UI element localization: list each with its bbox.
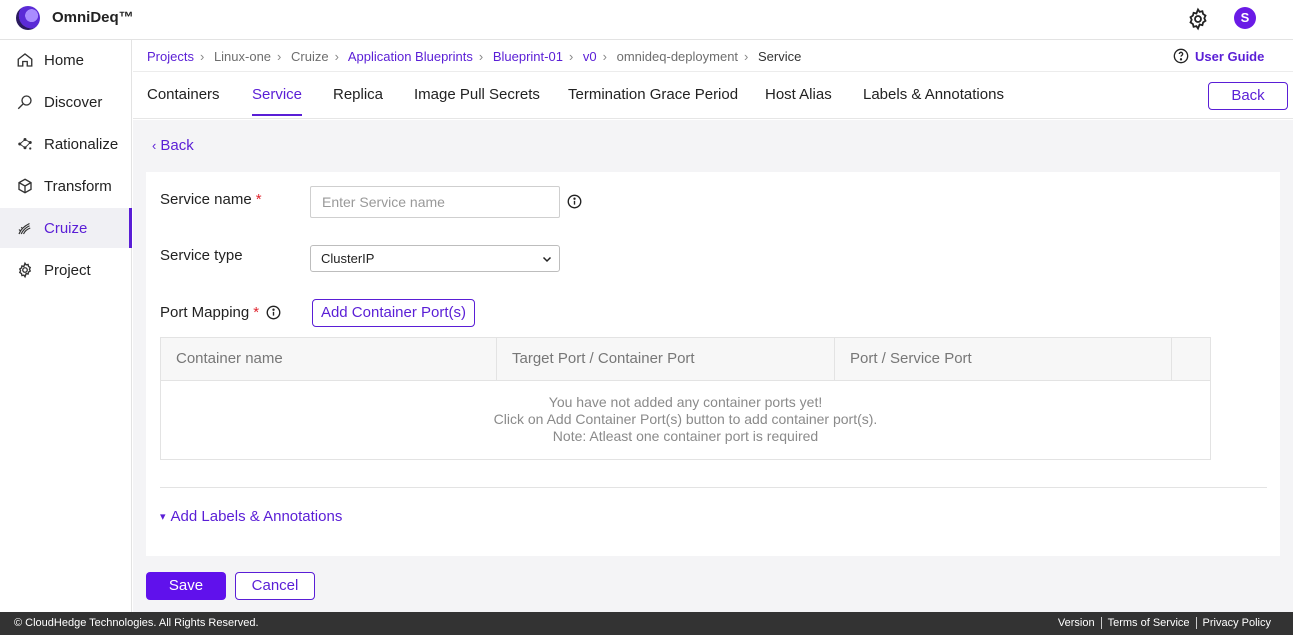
sidebar-item-label: Cruize (44, 219, 88, 237)
back-link[interactable]: ‹ Back (152, 137, 194, 154)
sidebar-item-label: Rationalize (44, 135, 119, 153)
section-divider (160, 487, 1267, 488)
tab-replica[interactable]: Replica (333, 86, 383, 114)
service-type-value: ClusterIP (321, 251, 375, 266)
discover-icon (17, 95, 32, 110)
omnideq-logo[interactable] (16, 6, 40, 30)
sidebar: Home Discover Rationalize Transform Crui… (0, 40, 132, 612)
cancel-button[interactable]: Cancel (235, 572, 315, 600)
sidebar-item-rationalize[interactable]: Rationalize (0, 124, 132, 164)
breadcrumb-version[interactable]: v0 (583, 49, 597, 64)
column-header-target-port: Target Port / Container Port (497, 338, 835, 381)
breadcrumb: Projects › Linux-one › Cruize › Application… (147, 49, 802, 64)
column-header-actions (1172, 338, 1210, 381)
empty-state-line: You have not added any container ports y… (548, 394, 823, 410)
add-container-port-button[interactable]: Add Container Port(s) (312, 299, 475, 327)
user-guide-link[interactable]: User Guide (1173, 48, 1264, 64)
home-icon (17, 53, 33, 67)
help-circle-icon (1173, 48, 1189, 64)
add-labels-annotations-link[interactable]: ▾ Add Labels & Annotations (160, 508, 342, 525)
tab-host-alias[interactable]: Host Alias (765, 86, 832, 114)
transform-icon (18, 178, 32, 194)
back-link-label: Back (160, 137, 194, 154)
port-mapping-label: Port Mapping * (160, 304, 260, 321)
footer-link-terms[interactable]: Terms of Service (1100, 617, 1196, 629)
save-button[interactable]: Save (146, 572, 226, 600)
copyright-text: © CloudHedge Technologies. All Rights Re… (14, 617, 259, 629)
footer-links: Version Terms of Service Privacy Policy (1052, 617, 1277, 629)
service-type-select[interactable]: ClusterIP (310, 245, 560, 272)
service-type-label: Service type (160, 247, 243, 264)
info-icon[interactable] (567, 194, 582, 209)
sidebar-item-project[interactable]: Project (0, 250, 132, 290)
footer-link-privacy[interactable]: Privacy Policy (1195, 617, 1277, 629)
column-header-service-port: Port / Service Port (835, 338, 1172, 381)
column-header-container-name: Container name (161, 338, 497, 381)
breadcrumb-deployment[interactable]: omnideq-deployment (617, 49, 738, 64)
chevron-left-icon: ‹ (152, 138, 157, 153)
service-name-input[interactable]: Enter Service name (310, 186, 560, 218)
user-guide-label: User Guide (1195, 48, 1265, 64)
sidebar-item-home[interactable]: Home (0, 40, 132, 80)
project-gear-icon (18, 261, 32, 279)
rationalize-icon (18, 138, 32, 150)
add-labels-label: Add Labels & Annotations (170, 508, 343, 525)
breadcrumb-application-blueprints[interactable]: Application Blueprints (348, 49, 473, 64)
chevron-down-icon (542, 256, 552, 263)
back-button[interactable]: Back (1208, 82, 1288, 110)
sidebar-item-label: Transform (44, 177, 112, 195)
footer: © CloudHedge Technologies. All Rights Re… (0, 612, 1293, 635)
breadcrumb-linux-one[interactable]: Linux-one (214, 49, 271, 64)
sidebar-item-transform[interactable]: Transform (0, 166, 132, 206)
breadcrumb-projects[interactable]: Projects (147, 49, 194, 64)
breadcrumb-blueprint[interactable]: Blueprint-01 (493, 49, 563, 64)
table-header: Container name Target Port / Container P… (161, 338, 1210, 381)
top-bar: OmniDeq™ S (0, 0, 1293, 40)
breadcrumb-cruize[interactable]: Cruize (291, 49, 329, 64)
tab-termination-grace-period[interactable]: Termination Grace Period (568, 86, 738, 114)
tab-image-pull-secrets[interactable]: Image Pull Secrets (414, 86, 540, 114)
empty-state-message: You have not added any container ports y… (161, 394, 1210, 445)
tab-service[interactable]: Service (252, 86, 303, 116)
empty-state-line: Click on Add Container Port(s) button to… (493, 411, 878, 427)
service-name-placeholder: Enter Service name (322, 194, 445, 210)
tab-containers[interactable]: Containers (147, 86, 220, 114)
sidebar-item-label: Discover (44, 93, 103, 111)
chevron-down-icon: ▾ (160, 511, 166, 523)
breadcrumb-bar: Projects › Linux-one › Cruize › Application… (133, 41, 1293, 72)
sidebar-item-label: Home (44, 51, 85, 69)
port-mapping-table: Container name Target Port / Container P… (160, 337, 1211, 460)
brand-name[interactable]: OmniDeq™ (52, 9, 134, 26)
sidebar-item-cruize[interactable]: Cruize (0, 208, 132, 248)
info-icon[interactable] (266, 305, 281, 320)
user-avatar[interactable]: S (1234, 7, 1256, 29)
settings-gear-icon[interactable] (1186, 7, 1210, 31)
footer-link-version[interactable]: Version (1052, 617, 1101, 629)
tab-bar: Containers Service Replica Image Pull Se… (133, 72, 1293, 119)
sidebar-item-label: Project (44, 261, 91, 279)
service-name-label: Service name * (160, 191, 262, 208)
tab-labels-annotations[interactable]: Labels & Annotations (863, 86, 1004, 114)
cruize-icon (18, 222, 31, 235)
sidebar-item-discover[interactable]: Discover (0, 82, 132, 122)
empty-state-line: Note: Atleast one container port is requ… (552, 428, 819, 444)
breadcrumb-service: Service (758, 49, 802, 64)
